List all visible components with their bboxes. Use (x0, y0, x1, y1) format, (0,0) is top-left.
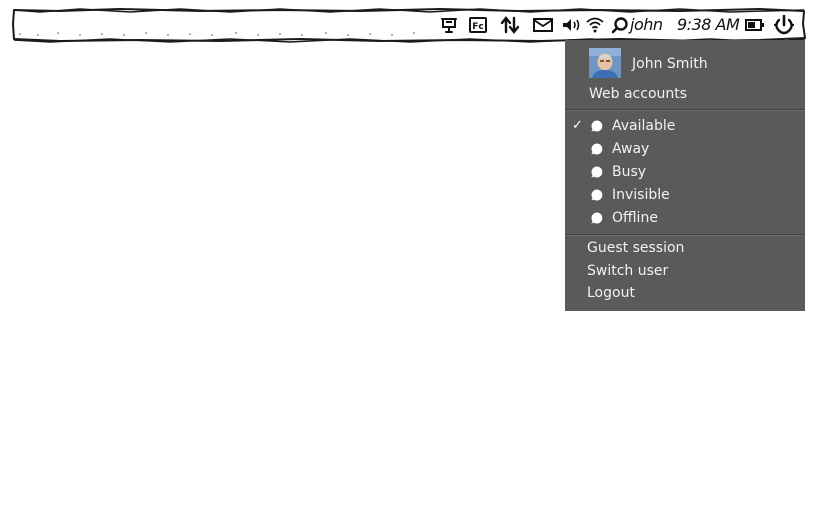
status-label: Available (612, 118, 676, 134)
menu-item-web-accounts[interactable]: Web accounts (565, 83, 805, 105)
network-arrows-icon[interactable] (499, 14, 521, 36)
panel-clock[interactable]: 9:38 AM (677, 13, 740, 37)
keyboard-badge: Fc (472, 22, 483, 32)
status-bubble-icon (591, 189, 603, 201)
power-icon[interactable] (773, 14, 795, 36)
menu-item-switch-user[interactable]: Switch user (565, 260, 805, 282)
status-item-busy[interactable]: Busy (565, 161, 805, 183)
menu-separator (565, 234, 805, 236)
battery-icon[interactable] (744, 14, 766, 36)
user-name: John Smith (632, 56, 708, 72)
user-menu: John Smith Web accounts ✓ Available Away… (565, 40, 805, 311)
presentation-icon[interactable] (438, 14, 460, 36)
volume-icon[interactable] (560, 14, 582, 36)
status-item-available[interactable]: ✓ Available (565, 115, 805, 137)
menu-item-guest-session[interactable]: Guest session (565, 237, 805, 259)
wifi-icon[interactable] (584, 14, 606, 36)
status-label: Offline (612, 210, 658, 226)
panel-username[interactable]: john (630, 13, 663, 37)
menu-item-logout[interactable]: Logout (565, 282, 805, 304)
logout-label: Logout (587, 285, 635, 301)
avatar (589, 48, 621, 78)
menu-item-user[interactable]: John Smith (565, 48, 805, 82)
status-bubble-icon (591, 166, 603, 178)
status-item-away[interactable]: Away (565, 138, 805, 160)
menu-separator (565, 109, 805, 111)
status-bubble-icon (591, 120, 603, 132)
status-item-invisible[interactable]: Invisible (565, 184, 805, 206)
status-label: Away (612, 141, 650, 157)
web-accounts-label: Web accounts (589, 86, 688, 102)
status-label: Busy (612, 164, 647, 180)
mail-icon[interactable] (532, 14, 554, 36)
status-bubble-icon (591, 143, 603, 155)
keyboard-layout-icon[interactable]: Fc (467, 14, 489, 36)
desktop: Fc john 9:38 AM John Smith Web accounts … (0, 0, 825, 532)
search-icon[interactable] (609, 14, 631, 36)
guest-session-label: Guest session (587, 240, 685, 256)
status-item-offline[interactable]: Offline (565, 207, 805, 229)
status-bubble-icon (591, 212, 603, 224)
switch-user-label: Switch user (587, 263, 669, 279)
status-label: Invisible (612, 187, 670, 203)
checkmark-icon: ✓ (572, 118, 583, 133)
